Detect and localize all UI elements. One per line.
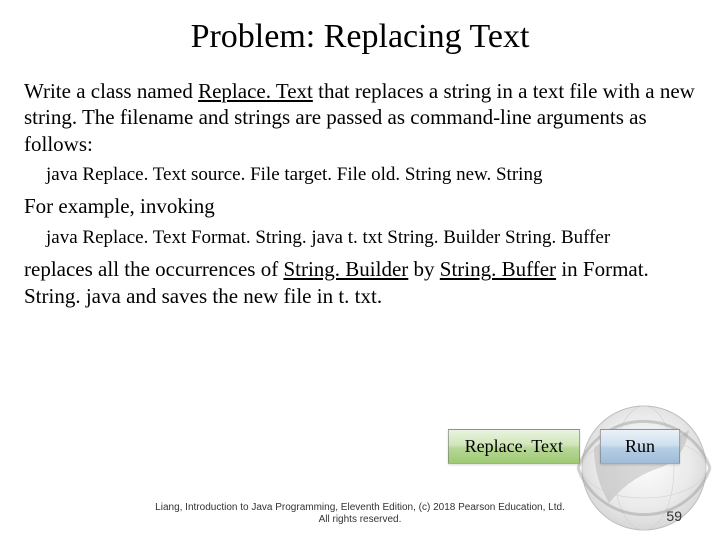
footer: Liang, Introduction to Java Programming,… [0,502,720,526]
paragraph-3: replaces all the occurrences of String. … [24,256,696,309]
code-usage: java Replace. Text source. File target. … [46,163,696,188]
footer-line-1: Liang, Introduction to Java Programming,… [0,502,720,514]
run-button[interactable]: Run [600,429,680,464]
slide: Problem: Replacing Text Write a class na… [0,0,720,540]
para3-pre: replaces all the occurrences of [24,257,283,281]
code-example: java Replace. Text Format. String. java … [46,226,696,251]
para3-mid: by [408,257,440,281]
button-row: Replace. Text Run [448,429,680,464]
paragraph-2: For example, invoking [24,193,696,219]
paragraph-1: Write a class named Replace. Text that r… [24,78,696,157]
para1-pre: Write a class named [24,79,198,103]
replace-text-button[interactable]: Replace. Text [448,429,580,464]
slide-title: Problem: Replacing Text [24,18,696,56]
class-name-underline: Replace. Text [198,79,313,103]
footer-line-2: All rights reserved. [0,514,720,526]
stringbuffer-underline: String. Buffer [440,257,556,281]
stringbuilder-underline: String. Builder [283,257,408,281]
page-number: 59 [666,508,682,524]
